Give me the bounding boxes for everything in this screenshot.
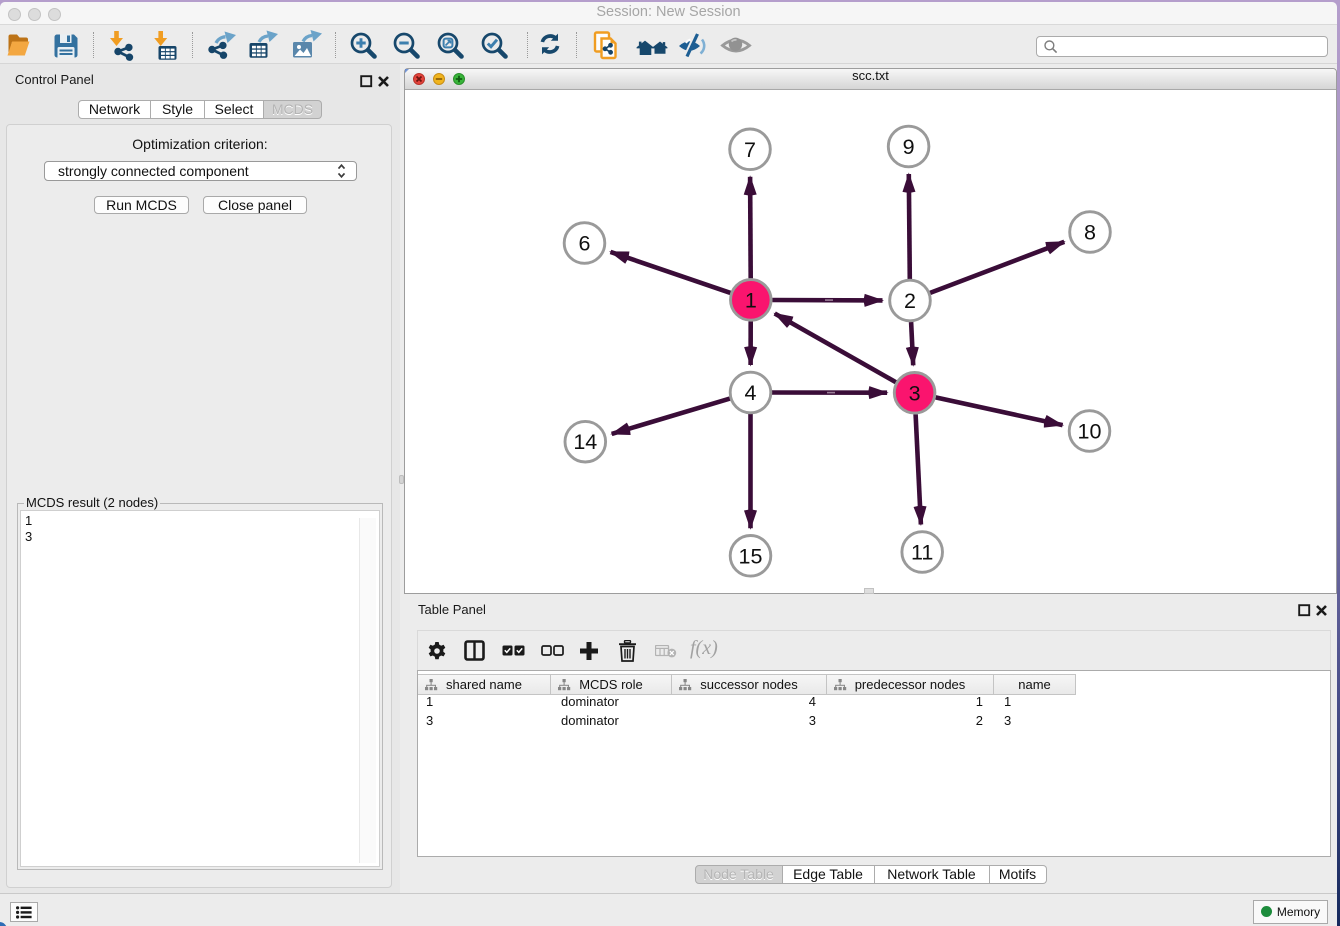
svg-text:15: 15 <box>739 544 763 568</box>
svg-text:10: 10 <box>1078 420 1102 444</box>
svg-text:9: 9 <box>903 135 915 159</box>
svg-text:6: 6 <box>579 232 591 256</box>
svg-text:8: 8 <box>1084 221 1096 245</box>
svg-text:3: 3 <box>909 381 921 405</box>
svg-text:4: 4 <box>745 381 757 405</box>
svg-text:7: 7 <box>744 138 756 162</box>
svg-text:2: 2 <box>904 289 916 313</box>
svg-text:14: 14 <box>573 430 597 454</box>
svg-text:1: 1 <box>745 288 757 312</box>
svg-text:11: 11 <box>911 541 933 565</box>
